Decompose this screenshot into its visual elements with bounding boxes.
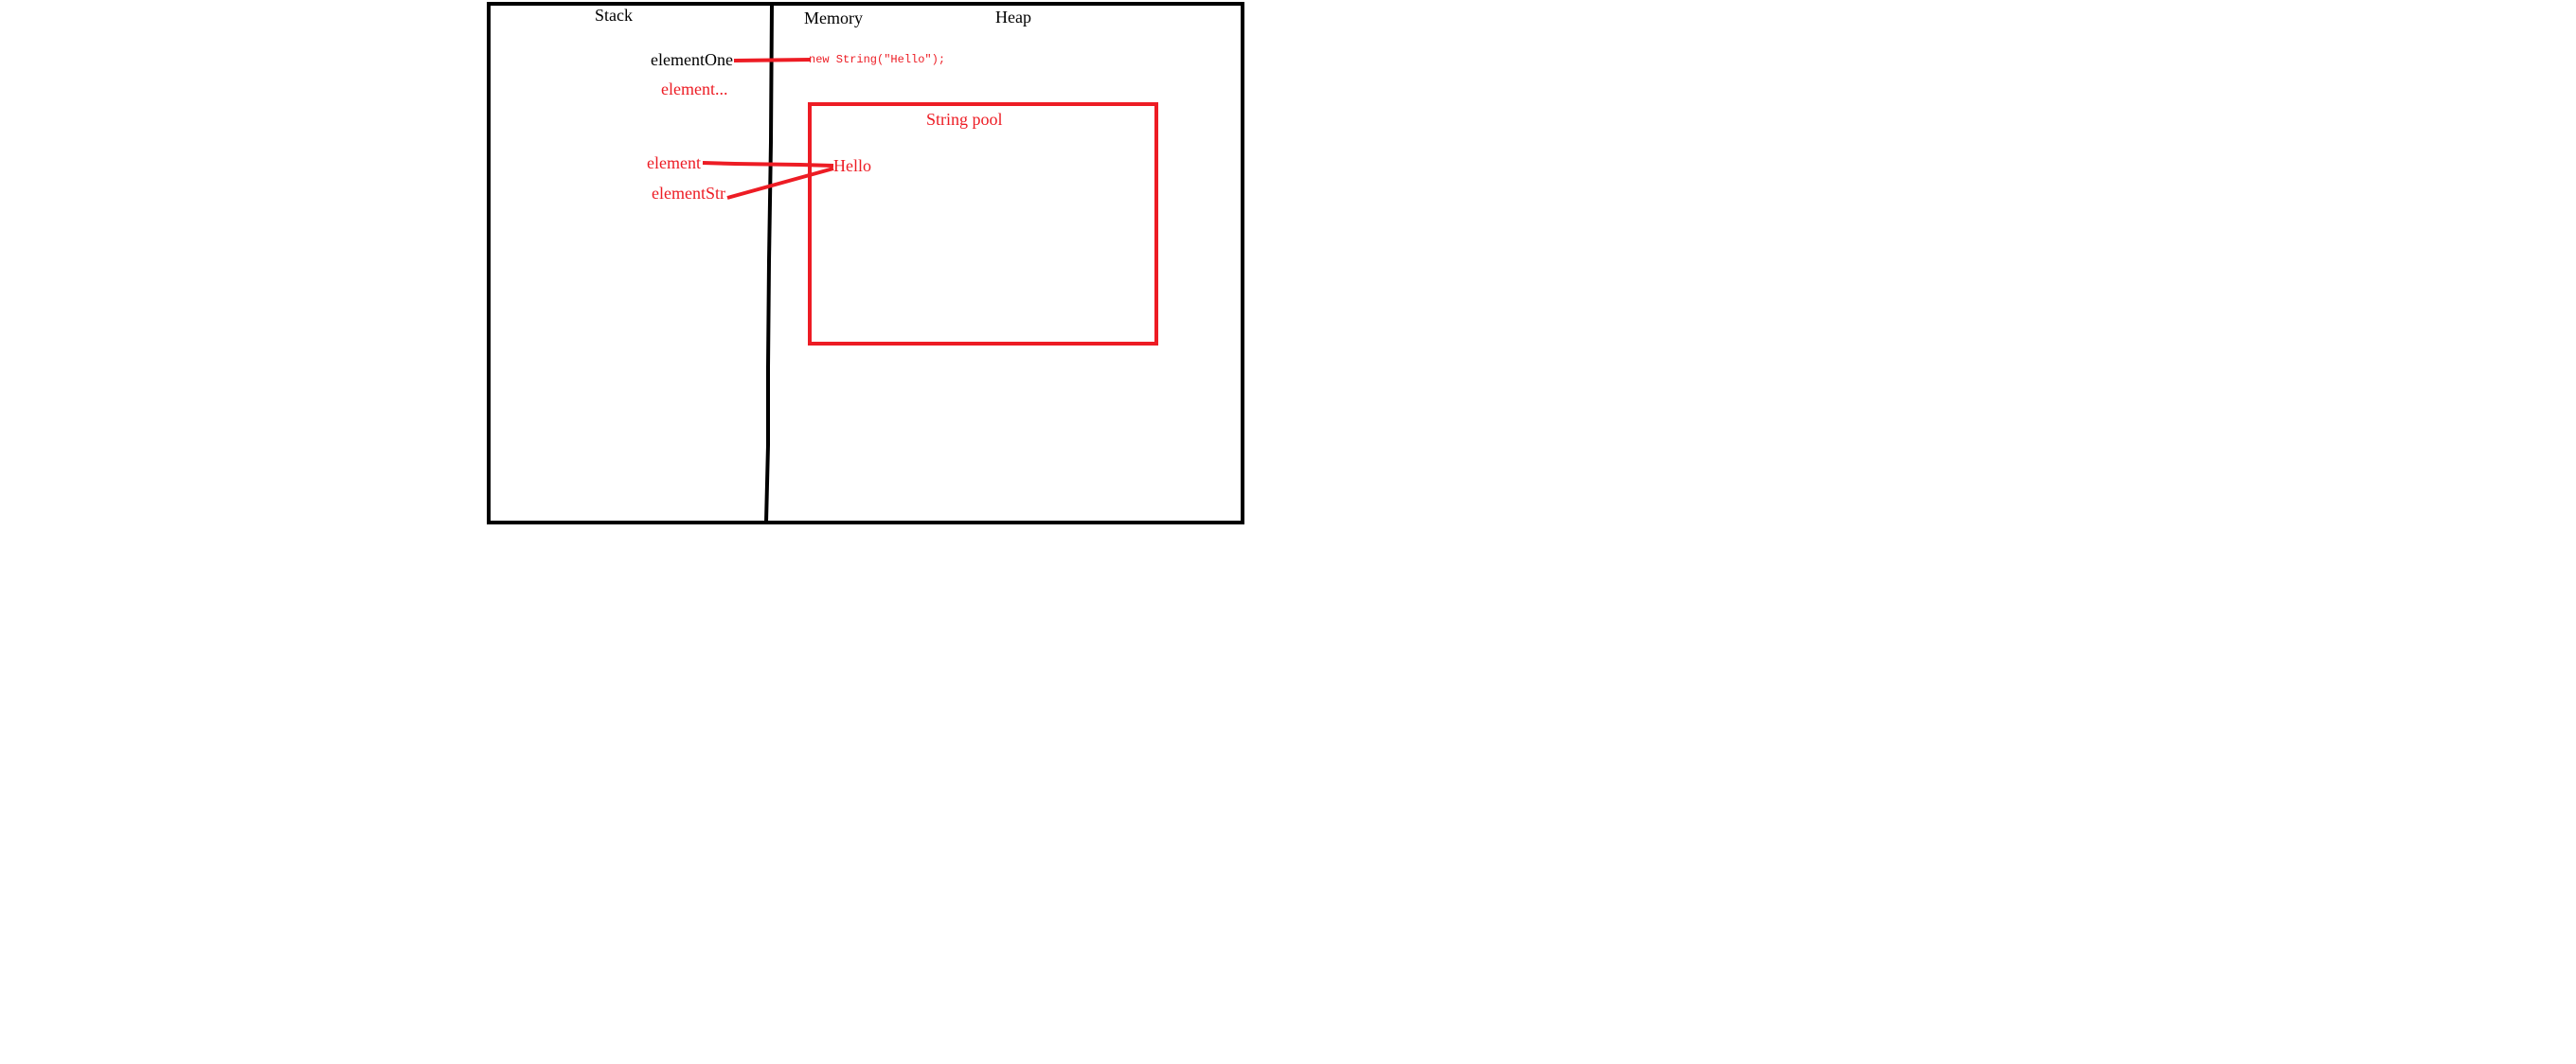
- stack-var-element: element: [647, 153, 701, 172]
- arrow-element-to-hello: [702, 161, 834, 168]
- heap-label: Heap: [995, 8, 1031, 27]
- memory-diagram-canvas: Stack Memory Heap elementOne element... …: [0, 0, 2576, 1064]
- stack-var-element-ellipsis: element...: [661, 80, 728, 98]
- memory-label: Memory: [804, 9, 863, 27]
- string-pool-box: [808, 102, 1158, 346]
- stack-heap-divider: [764, 3, 774, 523]
- string-pool-hello-literal: Hello: [833, 156, 871, 175]
- stack-var-elementStr: elementStr: [652, 184, 725, 203]
- string-pool-label: String pool: [926, 110, 1003, 129]
- stack-var-elementOne: elementOne: [651, 50, 733, 69]
- heap-new-string-code: new String("Hello");: [809, 53, 946, 66]
- memory-frame: [487, 2, 1244, 524]
- diagram-shapes: [487, 2, 1244, 524]
- stack-label: Stack: [595, 6, 633, 25]
- arrow-elementStr-to-hello: [726, 167, 834, 200]
- arrow-elementOne-to-new-string: [733, 58, 812, 62]
